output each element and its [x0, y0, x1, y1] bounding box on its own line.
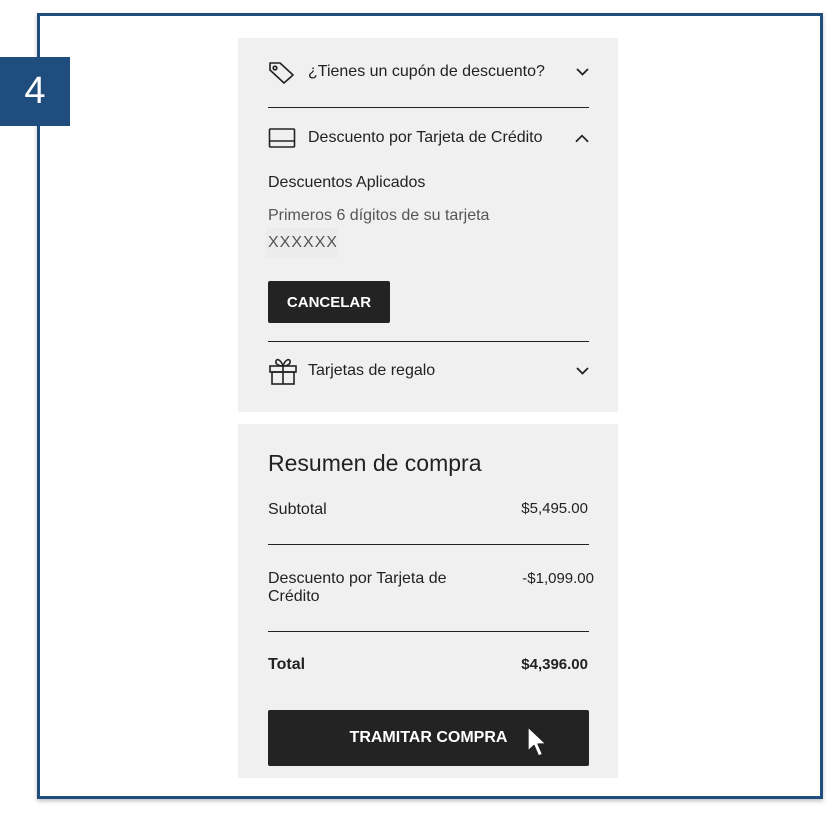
discount-label: Descuento por Tarjeta de Crédito	[268, 570, 447, 605]
step-number-badge: 4	[0, 57, 70, 126]
mouse-pointer-icon	[527, 726, 547, 757]
chevron-up-icon	[575, 131, 589, 145]
card-digits-label: Primeros 6 dígitos de su tarjeta	[268, 207, 490, 224]
cancel-button[interactable]: CANCELAR	[268, 281, 390, 323]
credit-card-icon	[268, 127, 298, 149]
subtotal-value: $5,495.00	[521, 500, 588, 517]
gift-cards-accordion-label: Tarjetas de regalo	[308, 362, 436, 379]
credit-card-accordion-header[interactable]: Descuento por Tarjeta de Crédito	[268, 127, 589, 149]
discount-value: -$1,099.00	[522, 570, 594, 587]
purchase-summary-panel: Resumen de compra Subtotal $5,495.00 Des…	[238, 424, 618, 778]
credit-card-accordion-label: Descuento por Tarjeta de Crédito	[308, 129, 543, 146]
gift-icon	[268, 358, 298, 385]
gift-cards-accordion-header[interactable]: Tarjetas de regalo	[268, 358, 589, 385]
chevron-down-icon	[575, 364, 589, 378]
summary-title: Resumen de compra	[268, 450, 482, 476]
divider	[268, 544, 589, 545]
coupon-accordion-header[interactable]: ¿Tienes un cupón de descuento?	[268, 61, 589, 84]
divider	[268, 631, 589, 632]
chevron-down-icon	[575, 65, 589, 79]
divider	[268, 107, 589, 108]
total-value: $4,396.00	[521, 656, 588, 673]
total-label: Total	[268, 656, 306, 673]
discounts-panel: ¿Tienes un cupón de descuento? Descuento…	[238, 38, 618, 412]
card-digits-input[interactable]	[266, 228, 338, 258]
tag-icon	[268, 61, 298, 84]
checkout-button-label: TRAMITAR COMPRA	[349, 729, 508, 746]
applied-discounts-title: Descuentos Aplicados	[268, 174, 426, 191]
coupon-accordion-label: ¿Tienes un cupón de descuento?	[308, 63, 545, 80]
subtotal-label: Subtotal	[268, 501, 327, 518]
divider	[268, 341, 589, 342]
